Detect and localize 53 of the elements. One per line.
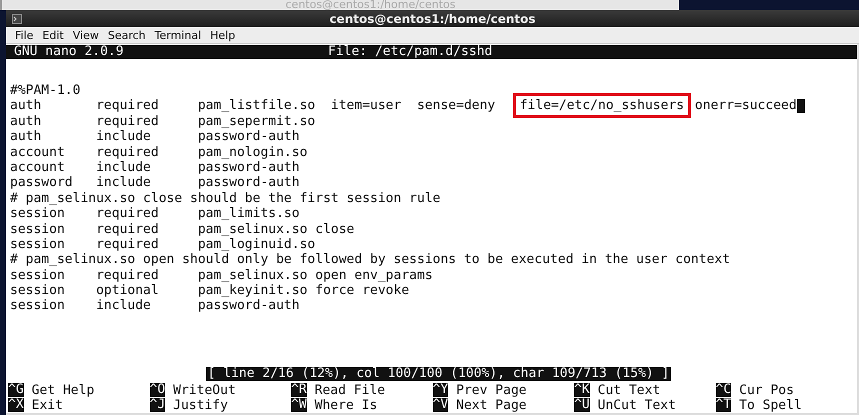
code-text: # pam_selinux.so open should only be followed by sessions to be executed in the user context [10, 252, 730, 268]
shortcut-label: Read File [314, 383, 386, 398]
menu-item[interactable]: View [72, 28, 99, 42]
code-text: #%PAM-1.0 [10, 83, 80, 98]
shortcut-label: Where Is [314, 398, 378, 413]
shortcut-key: ^V [432, 398, 448, 412]
code-text: password include password-auth [10, 175, 300, 191]
status-message: [ line 2/16 (12%), col 100/100 (100%), char 109/713 (15%) ] [206, 367, 672, 381]
code-text: session optional pam_keyinit.so force revoke [10, 283, 410, 298]
code-text: session required pam_loginuid.so [10, 236, 316, 252]
code-text: auth required pam_listfile.so item=user sense=deny [10, 98, 496, 114]
code-text: session include password-auth [10, 298, 300, 314]
code-text: # pam_selinux.so close should be the first session rule [10, 190, 440, 206]
shortcut-key: ^U [574, 398, 590, 412]
nano-version: GNU nano 2.0.9 [14, 45, 125, 59]
window-title: centos@centos1:/home/centos [328, 12, 537, 26]
code-text: account required pam_nologin.so [10, 144, 308, 160]
menu-item[interactable]: Help [210, 28, 236, 42]
menu-item[interactable]: Terminal [154, 28, 202, 42]
menu-item[interactable]: Edit [42, 28, 64, 42]
menu-item[interactable]: Search [108, 28, 146, 42]
shortcut-key: ^G [8, 383, 24, 397]
shortcut-label: Justify [173, 398, 228, 413]
shortcut-key: ^J [150, 398, 166, 412]
shortcut-key: ^K [574, 383, 590, 397]
shortcut-label: Exit [32, 398, 63, 413]
code-text: session required pam_selinux.so open env_params [10, 268, 433, 284]
terminal-icon [12, 14, 22, 24]
file-name: File: /etc/pam.d/sshd [328, 45, 492, 59]
highlight-box: file=/etc/no_sshusers [512, 93, 692, 118]
code-text: account include password-auth [10, 160, 300, 176]
code-text: session required pam_selinux.so close [10, 222, 354, 237]
menu-item[interactable]: File [15, 28, 34, 42]
shortcut-label: Cur Pos [739, 383, 794, 398]
code-text: auth required pam_sepermit.so [10, 114, 316, 130]
shortcut-label: UnCut Text [598, 398, 676, 413]
shortcut-label: Next Page [456, 398, 527, 413]
shortcut-key: ^T [716, 398, 732, 412]
shortcut-key: ^R [291, 383, 307, 397]
shortcut-key: ^C [716, 383, 732, 397]
shortcut-label: Get Help [32, 383, 94, 398]
window-title: centos@centos1:/home/centos [284, 0, 456, 10]
shortcut-label: Cut Text [598, 383, 660, 398]
shortcut-key: ^X [8, 398, 24, 412]
shortcut-key: ^Y [432, 383, 448, 397]
shortcut-key: ^W [291, 398, 307, 412]
code-text: onerr=succeed [694, 98, 797, 114]
code-text: session required pam_limits.so [10, 206, 300, 222]
shortcut-label: Prev Page [456, 383, 527, 398]
shortcut-label: To Spell [739, 398, 802, 413]
shortcut-key: ^O [150, 383, 166, 397]
code-text: auth include password-auth [10, 129, 300, 145]
shortcut-label: WriteOut [173, 383, 236, 398]
